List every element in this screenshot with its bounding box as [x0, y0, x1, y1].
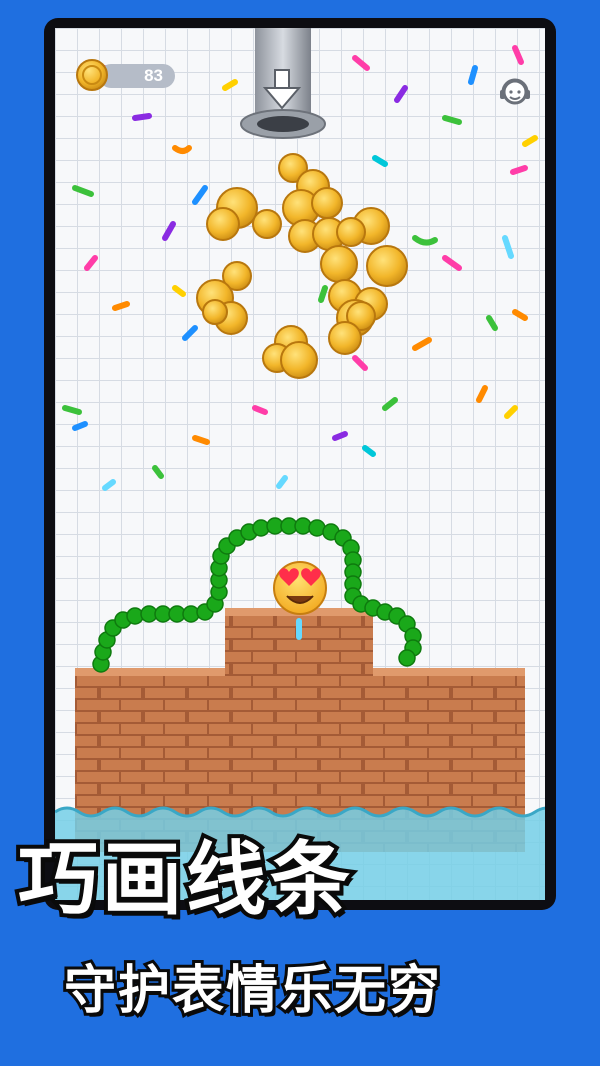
coin-counter: 83: [75, 58, 195, 92]
game-screen[interactable]: 83: [55, 28, 545, 900]
headset-support-icon: [500, 78, 530, 105]
coin-icon: [76, 59, 108, 91]
coin-pipe: [240, 28, 326, 139]
promo-headline: 巧画线条: [14, 833, 354, 926]
falling-coins: [196, 153, 408, 379]
promo-subline: 守护表情乐无穷: [61, 961, 443, 1021]
game-scene: [55, 28, 545, 900]
help-button[interactable]: [497, 74, 533, 110]
coin-count: 83: [99, 64, 175, 88]
